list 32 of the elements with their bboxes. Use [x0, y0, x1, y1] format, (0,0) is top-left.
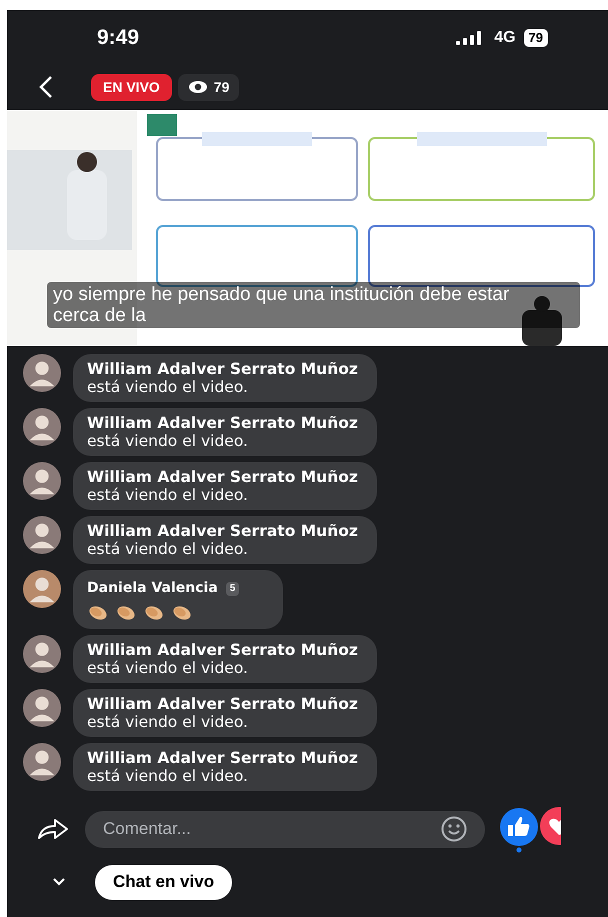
live-caption: yo siempre he pensado que una institución debe estar cerca de la — [53, 284, 510, 326]
network-label: 4G — [494, 28, 516, 48]
fan-badge: 5 — [226, 582, 240, 596]
live-badge: EN VIVO — [91, 74, 172, 100]
viewer-count: 79 — [214, 78, 230, 96]
commenter-name[interactable]: Daniela Valencia — [87, 578, 218, 599]
avatar[interactable] — [23, 408, 61, 446]
avatar[interactable] — [23, 743, 61, 781]
join-notice: William Adalver Serrato Muñoz está viendo el video. — [87, 468, 359, 504]
avatar[interactable] — [23, 635, 61, 673]
battery-indicator: 79 — [524, 29, 548, 47]
share-icon[interactable] — [37, 817, 69, 841]
avatar[interactable] — [23, 689, 61, 727]
status-time: 9:49 — [97, 25, 140, 52]
back-icon[interactable] — [39, 75, 53, 99]
join-notice: William Adalver Serrato Muñoz está viendo el video. — [87, 360, 359, 396]
comment-field[interactable]: Comentar... — [85, 810, 485, 848]
join-notice: William Adalver Serrato Muñoz está viendo el video. — [87, 695, 359, 731]
avatar[interactable] — [23, 570, 61, 608]
join-notice: William Adalver Serrato Muñoz está viendo el video. — [87, 749, 359, 785]
comment-input[interactable]: Comentar... — [103, 816, 441, 842]
chat-toggle-button[interactable]: Chat en vivo — [95, 864, 232, 900]
join-notice: William Adalver Serrato Muñoz está viendo el video. — [87, 522, 359, 558]
avatar[interactable] — [23, 462, 61, 500]
avatar[interactable] — [23, 516, 61, 554]
eye-icon — [188, 80, 208, 94]
heart-reaction-icon[interactable] — [539, 806, 561, 846]
join-notice: William Adalver Serrato Muñoz está viendo el video. — [87, 414, 359, 450]
avatar[interactable] — [23, 354, 61, 392]
join-notice: William Adalver Serrato Muñoz está viendo el video. — [87, 641, 359, 677]
chevron-down-icon[interactable] — [53, 878, 65, 886]
emoji-icon[interactable] — [441, 816, 467, 842]
